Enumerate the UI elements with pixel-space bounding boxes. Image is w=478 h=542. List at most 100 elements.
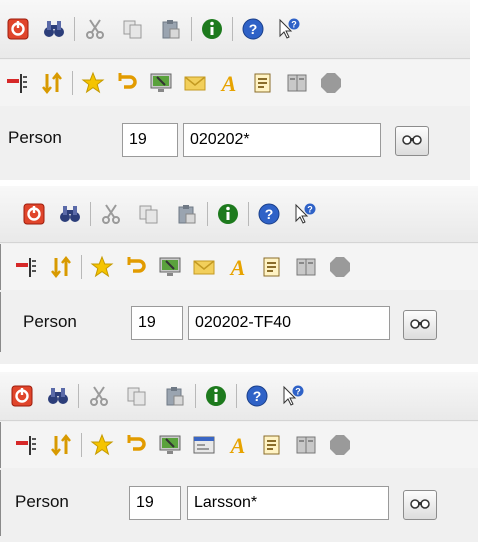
toolbar-separator — [191, 17, 192, 41]
search-panel-1: ? ? A Person 19 020202* — [0, 0, 470, 180]
field-label: Person — [23, 312, 77, 331]
search-panel-2: ? ? A Person 19 020202-TF40 — [0, 186, 478, 364]
number-field[interactable]: 19 — [131, 306, 183, 340]
sort-icon[interactable] — [40, 71, 64, 95]
person-search-row: Person 19 Larsson* — [0, 470, 478, 536]
toolbar-separator — [72, 71, 73, 95]
cut-icon[interactable] — [87, 384, 111, 408]
red-flag-icon[interactable] — [6, 71, 30, 95]
window-icon[interactable] — [192, 433, 216, 457]
copy-icon[interactable] — [121, 17, 145, 41]
search-input[interactable]: 020202* — [183, 123, 381, 157]
svg-text:A: A — [229, 433, 246, 457]
red-flag-icon[interactable] — [15, 255, 39, 279]
main-toolbar: ? ? — [0, 0, 470, 59]
toolbar-separator — [74, 17, 75, 41]
paste-icon[interactable] — [159, 17, 183, 41]
sort-icon[interactable] — [49, 433, 73, 457]
paste-icon[interactable] — [163, 384, 187, 408]
svg-text:?: ? — [291, 20, 297, 30]
star-icon[interactable] — [90, 255, 114, 279]
binoculars-icon — [410, 316, 430, 335]
search-input[interactable]: 020202-TF40 — [188, 306, 390, 340]
mail-icon[interactable] — [192, 255, 216, 279]
notes-icon[interactable] — [260, 255, 284, 279]
screen-icon[interactable] — [158, 433, 182, 457]
exit-icon[interactable] — [10, 384, 34, 408]
search-panel-3: ? ? A Person 19 Larsson* — [0, 372, 478, 542]
whats-this-icon[interactable]: ? — [281, 384, 305, 408]
svg-text:?: ? — [253, 388, 262, 404]
secondary-toolbar: A — [0, 60, 470, 106]
number-field[interactable]: 19 — [122, 123, 178, 157]
copy-icon[interactable] — [137, 202, 161, 226]
font-icon[interactable]: A — [217, 71, 241, 96]
person-search-row: Person 19 020202* — [0, 112, 470, 168]
screen-icon[interactable] — [149, 71, 173, 95]
font-icon[interactable]: A — [226, 255, 250, 280]
toolbar-separator — [78, 384, 79, 408]
mail-icon[interactable] — [183, 71, 207, 95]
star-icon[interactable] — [90, 433, 114, 457]
svg-text:A: A — [229, 255, 246, 279]
info-icon[interactable] — [216, 202, 240, 226]
main-toolbar: ? ? — [0, 372, 478, 421]
whats-this-icon[interactable]: ? — [293, 202, 317, 226]
notes-icon[interactable] — [260, 433, 284, 457]
stop-icon[interactable] — [328, 255, 352, 279]
undo-icon[interactable] — [124, 433, 148, 457]
field-label: Person — [8, 128, 62, 147]
person-search-row: Person 19 020202-TF40 — [0, 292, 478, 352]
undo-icon[interactable] — [115, 71, 139, 95]
find-icon[interactable] — [42, 17, 66, 41]
find-icon[interactable] — [46, 384, 70, 408]
main-toolbar: ? ? — [0, 186, 478, 243]
toolbar-separator — [207, 202, 208, 226]
star-icon[interactable] — [81, 71, 105, 95]
notes-icon[interactable] — [251, 71, 275, 95]
search-input[interactable]: Larsson* — [187, 486, 389, 520]
book-icon[interactable] — [285, 71, 309, 95]
whats-this-icon[interactable]: ? — [277, 17, 301, 41]
cut-icon[interactable] — [99, 202, 123, 226]
help-icon[interactable]: ? — [257, 202, 281, 226]
svg-text:?: ? — [295, 387, 301, 397]
secondary-toolbar: A — [0, 422, 478, 468]
toolbar-separator — [232, 17, 233, 41]
paste-icon[interactable] — [175, 202, 199, 226]
font-icon[interactable]: A — [226, 433, 250, 458]
screen-icon[interactable] — [158, 255, 182, 279]
info-icon[interactable] — [200, 17, 224, 41]
search-button[interactable] — [403, 490, 437, 520]
toolbar-separator — [81, 433, 82, 457]
toolbar-separator — [195, 384, 196, 408]
help-icon[interactable]: ? — [245, 384, 269, 408]
info-icon[interactable] — [204, 384, 228, 408]
book-icon[interactable] — [294, 433, 318, 457]
exit-icon[interactable] — [22, 202, 46, 226]
binoculars-icon — [410, 496, 430, 515]
search-button[interactable] — [403, 310, 437, 340]
stop-icon[interactable] — [328, 433, 352, 457]
exit-icon[interactable] — [6, 17, 30, 41]
svg-text:A: A — [220, 71, 237, 95]
find-icon[interactable] — [58, 202, 82, 226]
help-icon[interactable]: ? — [241, 17, 265, 41]
toolbar-separator — [236, 384, 237, 408]
search-button[interactable] — [395, 126, 429, 156]
undo-icon[interactable] — [124, 255, 148, 279]
toolbar-separator — [248, 202, 249, 226]
number-field[interactable]: 19 — [129, 486, 181, 520]
cut-icon[interactable] — [83, 17, 107, 41]
field-label: Person — [15, 492, 69, 511]
red-flag-icon[interactable] — [15, 433, 39, 457]
svg-text:?: ? — [265, 206, 274, 222]
binoculars-icon — [402, 132, 422, 151]
svg-text:?: ? — [249, 21, 258, 37]
stop-icon[interactable] — [319, 71, 343, 95]
copy-icon[interactable] — [125, 384, 149, 408]
sort-icon[interactable] — [49, 255, 73, 279]
book-icon[interactable] — [294, 255, 318, 279]
toolbar-separator — [90, 202, 91, 226]
secondary-toolbar: A — [0, 244, 478, 290]
